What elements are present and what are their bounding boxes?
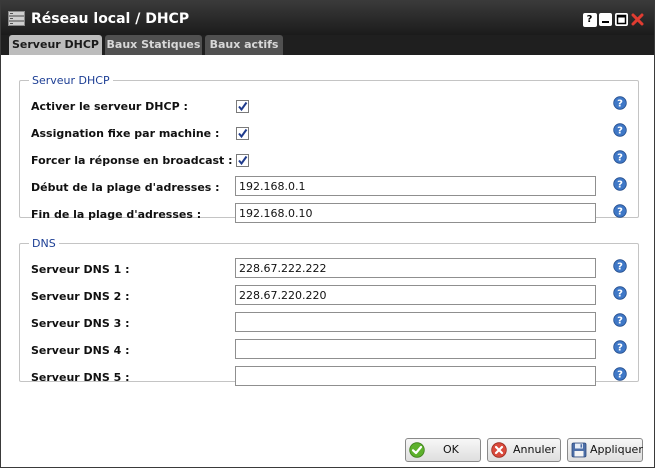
svg-text:?: ? — [617, 207, 623, 218]
svg-text:?: ? — [617, 180, 623, 191]
help-icon[interactable]: ? — [613, 204, 627, 218]
dns3-label: Serveur DNS 3 : — [31, 317, 130, 330]
force-broadcast-label: Forcer la réponse en broadcast : — [31, 154, 233, 167]
help-icon[interactable]: ? — [613, 286, 627, 300]
help-icon[interactable]: ? — [613, 123, 627, 137]
dhcp-window: Réseau local / DHCP ? Serveur DHCP Baux … — [0, 0, 655, 468]
question-icon: ? — [586, 14, 593, 25]
dns4-input[interactable] — [235, 339, 596, 359]
dns3-input[interactable] — [235, 312, 596, 332]
svg-text:?: ? — [617, 153, 623, 164]
checkmark-icon — [238, 155, 248, 166]
window-minimize-button[interactable] — [599, 13, 612, 26]
help-icon[interactable]: ? — [613, 177, 627, 191]
ok-button[interactable]: OK — [405, 438, 481, 462]
dns2-input[interactable]: 228.67.220.220 — [235, 285, 596, 305]
window-close-button[interactable] — [631, 13, 644, 26]
dhcp-server-legend: Serveur DHCP — [32, 74, 110, 87]
enable-dhcp-checkbox[interactable] — [236, 100, 249, 113]
ok-button-label: OK — [443, 443, 459, 456]
title-bar[interactable]: Réseau local / DHCP ? — [1, 1, 654, 35]
help-icon[interactable]: ? — [613, 259, 627, 273]
help-icon[interactable]: ? — [613, 96, 627, 110]
svg-text:?: ? — [617, 126, 623, 137]
tab-serveur-dhcp[interactable]: Serveur DHCP — [9, 35, 102, 55]
dns1-label: Serveur DNS 1 : — [31, 263, 130, 276]
window-title: Réseau local / DHCP — [31, 11, 190, 27]
svg-text:?: ? — [617, 262, 623, 273]
tab-baux-actifs[interactable]: Baux actifs — [205, 35, 283, 55]
force-broadcast-checkbox[interactable] — [236, 154, 249, 167]
tab-baux-statiques[interactable]: Baux Statiques — [105, 35, 202, 55]
dns5-input[interactable] — [235, 366, 596, 386]
dns-legend: DNS — [32, 237, 56, 250]
server-icon — [8, 11, 25, 26]
dns4-label: Serveur DNS 4 : — [31, 344, 130, 357]
checkmark-icon — [238, 101, 248, 112]
help-icon[interactable]: ? — [613, 367, 627, 381]
range-start-input[interactable]: 192.168.0.1 — [235, 176, 596, 196]
cancel-button-label: Annuler — [513, 443, 556, 456]
apply-button[interactable]: Appliquer — [567, 438, 643, 462]
range-end-input[interactable]: 192.168.0.10 — [235, 203, 596, 223]
enable-dhcp-label: Activer le serveur DHCP : — [31, 100, 188, 113]
dialog-content: Serveur DHCP Activer le serveur DHCP : A… — [1, 55, 654, 467]
dhcp-server-fieldset: Serveur DHCP Activer le serveur DHCP : A… — [19, 74, 639, 223]
window-help-button[interactable]: ? — [583, 13, 597, 27]
cancel-button[interactable]: Annuler — [487, 438, 561, 462]
tab-bar: Serveur DHCP Baux Statiques Baux actifs — [1, 35, 654, 55]
svg-text:?: ? — [617, 370, 623, 381]
maximize-icon — [616, 14, 627, 25]
help-icon[interactable]: ? — [613, 340, 627, 354]
fixed-assignment-label: Assignation fixe par machine : — [31, 127, 220, 140]
dns1-input[interactable]: 228.67.222.222 — [235, 258, 596, 278]
svg-text:?: ? — [617, 316, 623, 327]
close-icon — [631, 13, 644, 26]
dns-fieldset: DNS Serveur DNS 1 : 228.67.222.222 Serve… — [19, 237, 639, 386]
check-circle-icon — [409, 442, 425, 458]
svg-text:?: ? — [617, 99, 623, 110]
range-end-label: Fin de la plage d'adresses : — [31, 208, 202, 221]
cancel-circle-icon — [491, 442, 507, 458]
window-maximize-button[interactable] — [615, 13, 628, 26]
range-start-label: Début de la plage d'adresses : — [31, 181, 220, 194]
fixed-assignment-checkbox[interactable] — [236, 127, 249, 140]
minimize-icon — [602, 21, 609, 23]
dns5-label: Serveur DNS 5 : — [31, 371, 130, 384]
checkmark-icon — [238, 128, 248, 139]
svg-text:?: ? — [617, 289, 623, 300]
help-icon[interactable]: ? — [613, 150, 627, 164]
svg-text:?: ? — [617, 343, 623, 354]
dns2-label: Serveur DNS 2 : — [31, 290, 130, 303]
floppy-disk-icon — [571, 442, 587, 458]
apply-button-label: Appliquer — [590, 443, 643, 456]
help-icon[interactable]: ? — [613, 313, 627, 327]
